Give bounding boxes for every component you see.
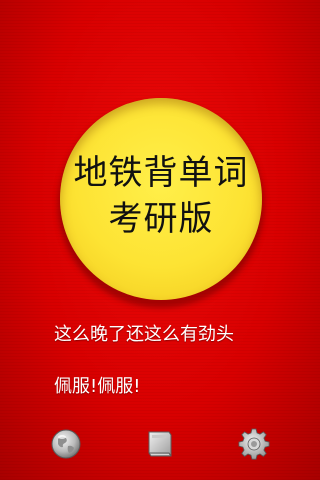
app-subtitle: 考研版	[108, 199, 214, 239]
book-icon	[148, 431, 172, 457]
globe-icon	[51, 429, 81, 459]
globe-button[interactable]	[49, 427, 83, 461]
settings-button[interactable]	[237, 427, 271, 461]
message-line-1: 这么晚了还这么有劲头	[54, 324, 234, 345]
book-button[interactable]	[143, 427, 177, 461]
gear-icon	[238, 428, 270, 460]
message-line-2: 佩服!佩服!	[54, 376, 141, 397]
app-badge: 地铁背单词 考研版	[60, 98, 262, 300]
app-title: 地铁背单词	[73, 153, 249, 193]
